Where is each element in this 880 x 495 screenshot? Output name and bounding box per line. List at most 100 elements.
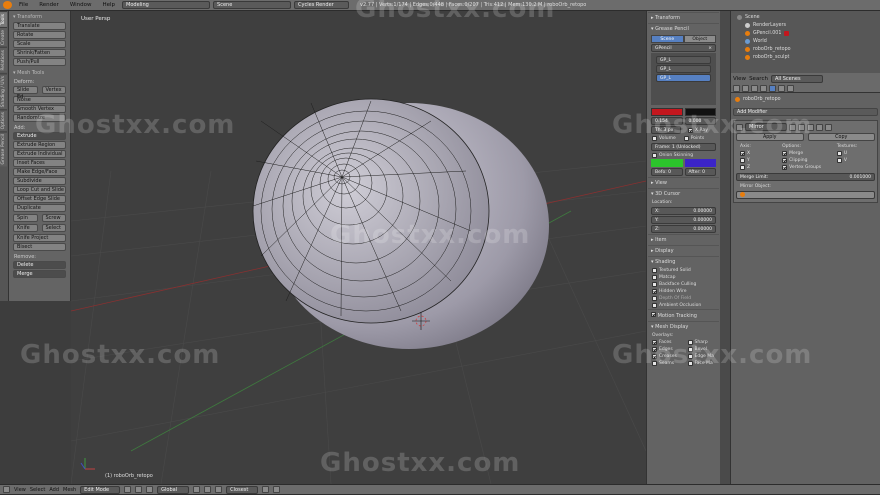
- search-menu[interactable]: Search: [749, 76, 768, 82]
- axis-x-toggle[interactable]: X: [736, 150, 778, 157]
- menu-help[interactable]: Help: [99, 2, 120, 8]
- layer-item[interactable]: GP_L: [656, 65, 711, 73]
- axis-z-toggle[interactable]: Z: [736, 164, 778, 171]
- depth-of-field-toggle[interactable]: Depth Of Field: [648, 295, 719, 302]
- shading-header[interactable]: ▾ Shading: [648, 256, 719, 267]
- view-menu[interactable]: View: [733, 76, 746, 82]
- delete-dropdown[interactable]: Delete: [13, 261, 66, 269]
- cursor-z-field[interactable]: Z: 0.00000: [651, 225, 716, 233]
- scope-selector[interactable]: All Scenes: [770, 75, 823, 83]
- outliner-item-scene[interactable]: Scene: [733, 13, 878, 21]
- tab-grease-pencil[interactable]: Grease Pencil: [0, 131, 7, 167]
- manipulator-icon[interactable]: [146, 486, 154, 493]
- onion-before-field[interactable]: Befo: 0: [651, 168, 683, 176]
- merge-dropdown[interactable]: Merge: [13, 270, 66, 278]
- axis-y-toggle[interactable]: Y: [736, 157, 778, 164]
- material-tab-icon[interactable]: [787, 85, 794, 92]
- select-menu[interactable]: Select: [30, 487, 45, 493]
- knife-button[interactable]: Knife: [13, 224, 38, 232]
- mirror-object-field[interactable]: [736, 191, 875, 199]
- textured-solid-toggle[interactable]: Textured Solid: [648, 267, 719, 274]
- translate-button[interactable]: Translate: [13, 22, 66, 30]
- vertex-groups-toggle[interactable]: Vertex Groups: [778, 164, 833, 171]
- motion-tracking-header[interactable]: Motion Tracking: [648, 309, 719, 321]
- move-up-icon[interactable]: [816, 123, 823, 131]
- extrude-individual-button[interactable]: Extrude Individual: [13, 150, 66, 158]
- knife-project-button[interactable]: Knife Project: [13, 234, 66, 242]
- outliner-item-retopo[interactable]: roboOrb_retopo: [733, 45, 878, 53]
- ambient-occlusion-toggle[interactable]: Ambient Occlusion: [648, 302, 719, 309]
- push-pull-button[interactable]: Push/Pull: [13, 58, 66, 66]
- outliner-item-renderlayers[interactable]: RenderLayers: [733, 21, 878, 29]
- make-edge-face-button[interactable]: Make Edge/Face: [13, 168, 66, 176]
- outliner-item-sculpt[interactable]: roboOrb_sculpt: [733, 53, 878, 61]
- merge-toggle[interactable]: Merge: [778, 150, 833, 157]
- face-select-icon[interactable]: [215, 486, 223, 493]
- menu-render[interactable]: Render: [35, 2, 63, 8]
- outliner-item-gpencil[interactable]: GPencil.001: [733, 29, 878, 37]
- tab-create[interactable]: Create: [0, 27, 7, 48]
- texture-u-toggle[interactable]: U: [833, 150, 875, 157]
- orientation-selector[interactable]: Global: [157, 485, 190, 494]
- scene-tab-icon[interactable]: [742, 85, 749, 92]
- gpencil-datablock[interactable]: GPencil ×: [651, 44, 716, 52]
- edge-select-icon[interactable]: [204, 486, 212, 493]
- layer-item-selected[interactable]: GP_L: [656, 74, 711, 82]
- 3d-cursor-header[interactable]: ▾ 3D Cursor: [648, 188, 719, 199]
- tab-shading-uvs[interactable]: Shading / UVs: [0, 72, 7, 110]
- tab-tools[interactable]: Tools: [0, 11, 7, 28]
- scale-button[interactable]: Scale: [13, 40, 66, 48]
- cursor-x-field[interactable]: X: 0.00000: [651, 207, 716, 215]
- slide-edge-button[interactable]: Slide Ed: [13, 86, 38, 100]
- display-header[interactable]: ▸ Display: [648, 245, 719, 256]
- tab-relations[interactable]: Relations: [0, 47, 7, 73]
- rotate-button[interactable]: Rotate: [13, 31, 66, 39]
- render-engine-selector[interactable]: Cycles Render: [294, 1, 350, 9]
- hidden-wire-toggle[interactable]: Hidden Wire: [648, 288, 719, 295]
- world-tab-icon[interactable]: [751, 85, 758, 92]
- offset-edge-slide-button[interactable]: Offset Edge Slide: [13, 195, 66, 203]
- item-header[interactable]: ▸ Item: [648, 234, 719, 245]
- layout-selector[interactable]: Modeling: [122, 1, 211, 9]
- viewport-shading-icon[interactable]: [124, 486, 132, 493]
- texture-v-toggle[interactable]: V: [833, 157, 875, 164]
- scene-selector[interactable]: Scene: [213, 1, 292, 9]
- backface-culling-toggle[interactable]: Backface Culling: [648, 281, 719, 288]
- tab-object[interactable]: Object: [683, 35, 716, 43]
- knife-select-button[interactable]: Select: [41, 224, 66, 232]
- inset-faces-button[interactable]: Inset Faces: [13, 159, 66, 167]
- screw-button[interactable]: Screw: [41, 214, 66, 222]
- transform-panel-header[interactable]: ▾ Transform: [11, 13, 68, 21]
- noise-button[interactable]: Noise: [13, 96, 66, 104]
- onion-before-color[interactable]: [651, 159, 683, 167]
- grease-pencil-header[interactable]: ▾ Grease Pencil: [648, 23, 719, 34]
- modifier-tab-icon[interactable]: [769, 85, 776, 92]
- matcap-toggle[interactable]: Matcap: [648, 274, 719, 281]
- transform-header[interactable]: ▸ Transform: [648, 12, 719, 23]
- add-menu[interactable]: Add: [49, 487, 59, 493]
- menu-window[interactable]: Window: [66, 2, 96, 8]
- close-icon[interactable]: [825, 123, 832, 131]
- cursor-y-field[interactable]: Y: 0.00000: [651, 216, 716, 224]
- mode-selector[interactable]: Edit Mode: [80, 485, 121, 494]
- onion-after-color[interactable]: [684, 159, 716, 167]
- onion-after-field[interactable]: After: 0: [684, 168, 716, 176]
- duplicate-button[interactable]: Duplicate: [13, 204, 66, 212]
- data-tab-icon[interactable]: [778, 85, 785, 92]
- blender-logo-icon[interactable]: [3, 1, 12, 9]
- loop-cut-slide-button[interactable]: Loop Cut and Slide: [13, 186, 66, 194]
- vertex-select-icon[interactable]: [193, 486, 201, 493]
- slide-vertex-button[interactable]: Vertex: [41, 86, 66, 94]
- editor-type-icon[interactable]: [3, 486, 10, 493]
- snap-icon[interactable]: [262, 486, 270, 493]
- tab-scene[interactable]: Scene: [651, 35, 684, 43]
- outliner-item-world[interactable]: World: [733, 37, 878, 45]
- copy-button[interactable]: Copy: [807, 133, 875, 141]
- layer-item[interactable]: GP_L: [656, 56, 711, 64]
- view-header[interactable]: ▸ View: [648, 177, 719, 188]
- clipping-toggle[interactable]: Clipping: [778, 157, 833, 164]
- extrude-region-button[interactable]: Extrude Region: [13, 141, 66, 149]
- view-menu-bottom[interactable]: View: [14, 487, 26, 493]
- render-tab-icon[interactable]: [733, 85, 740, 92]
- tab-options[interactable]: Options: [0, 109, 7, 132]
